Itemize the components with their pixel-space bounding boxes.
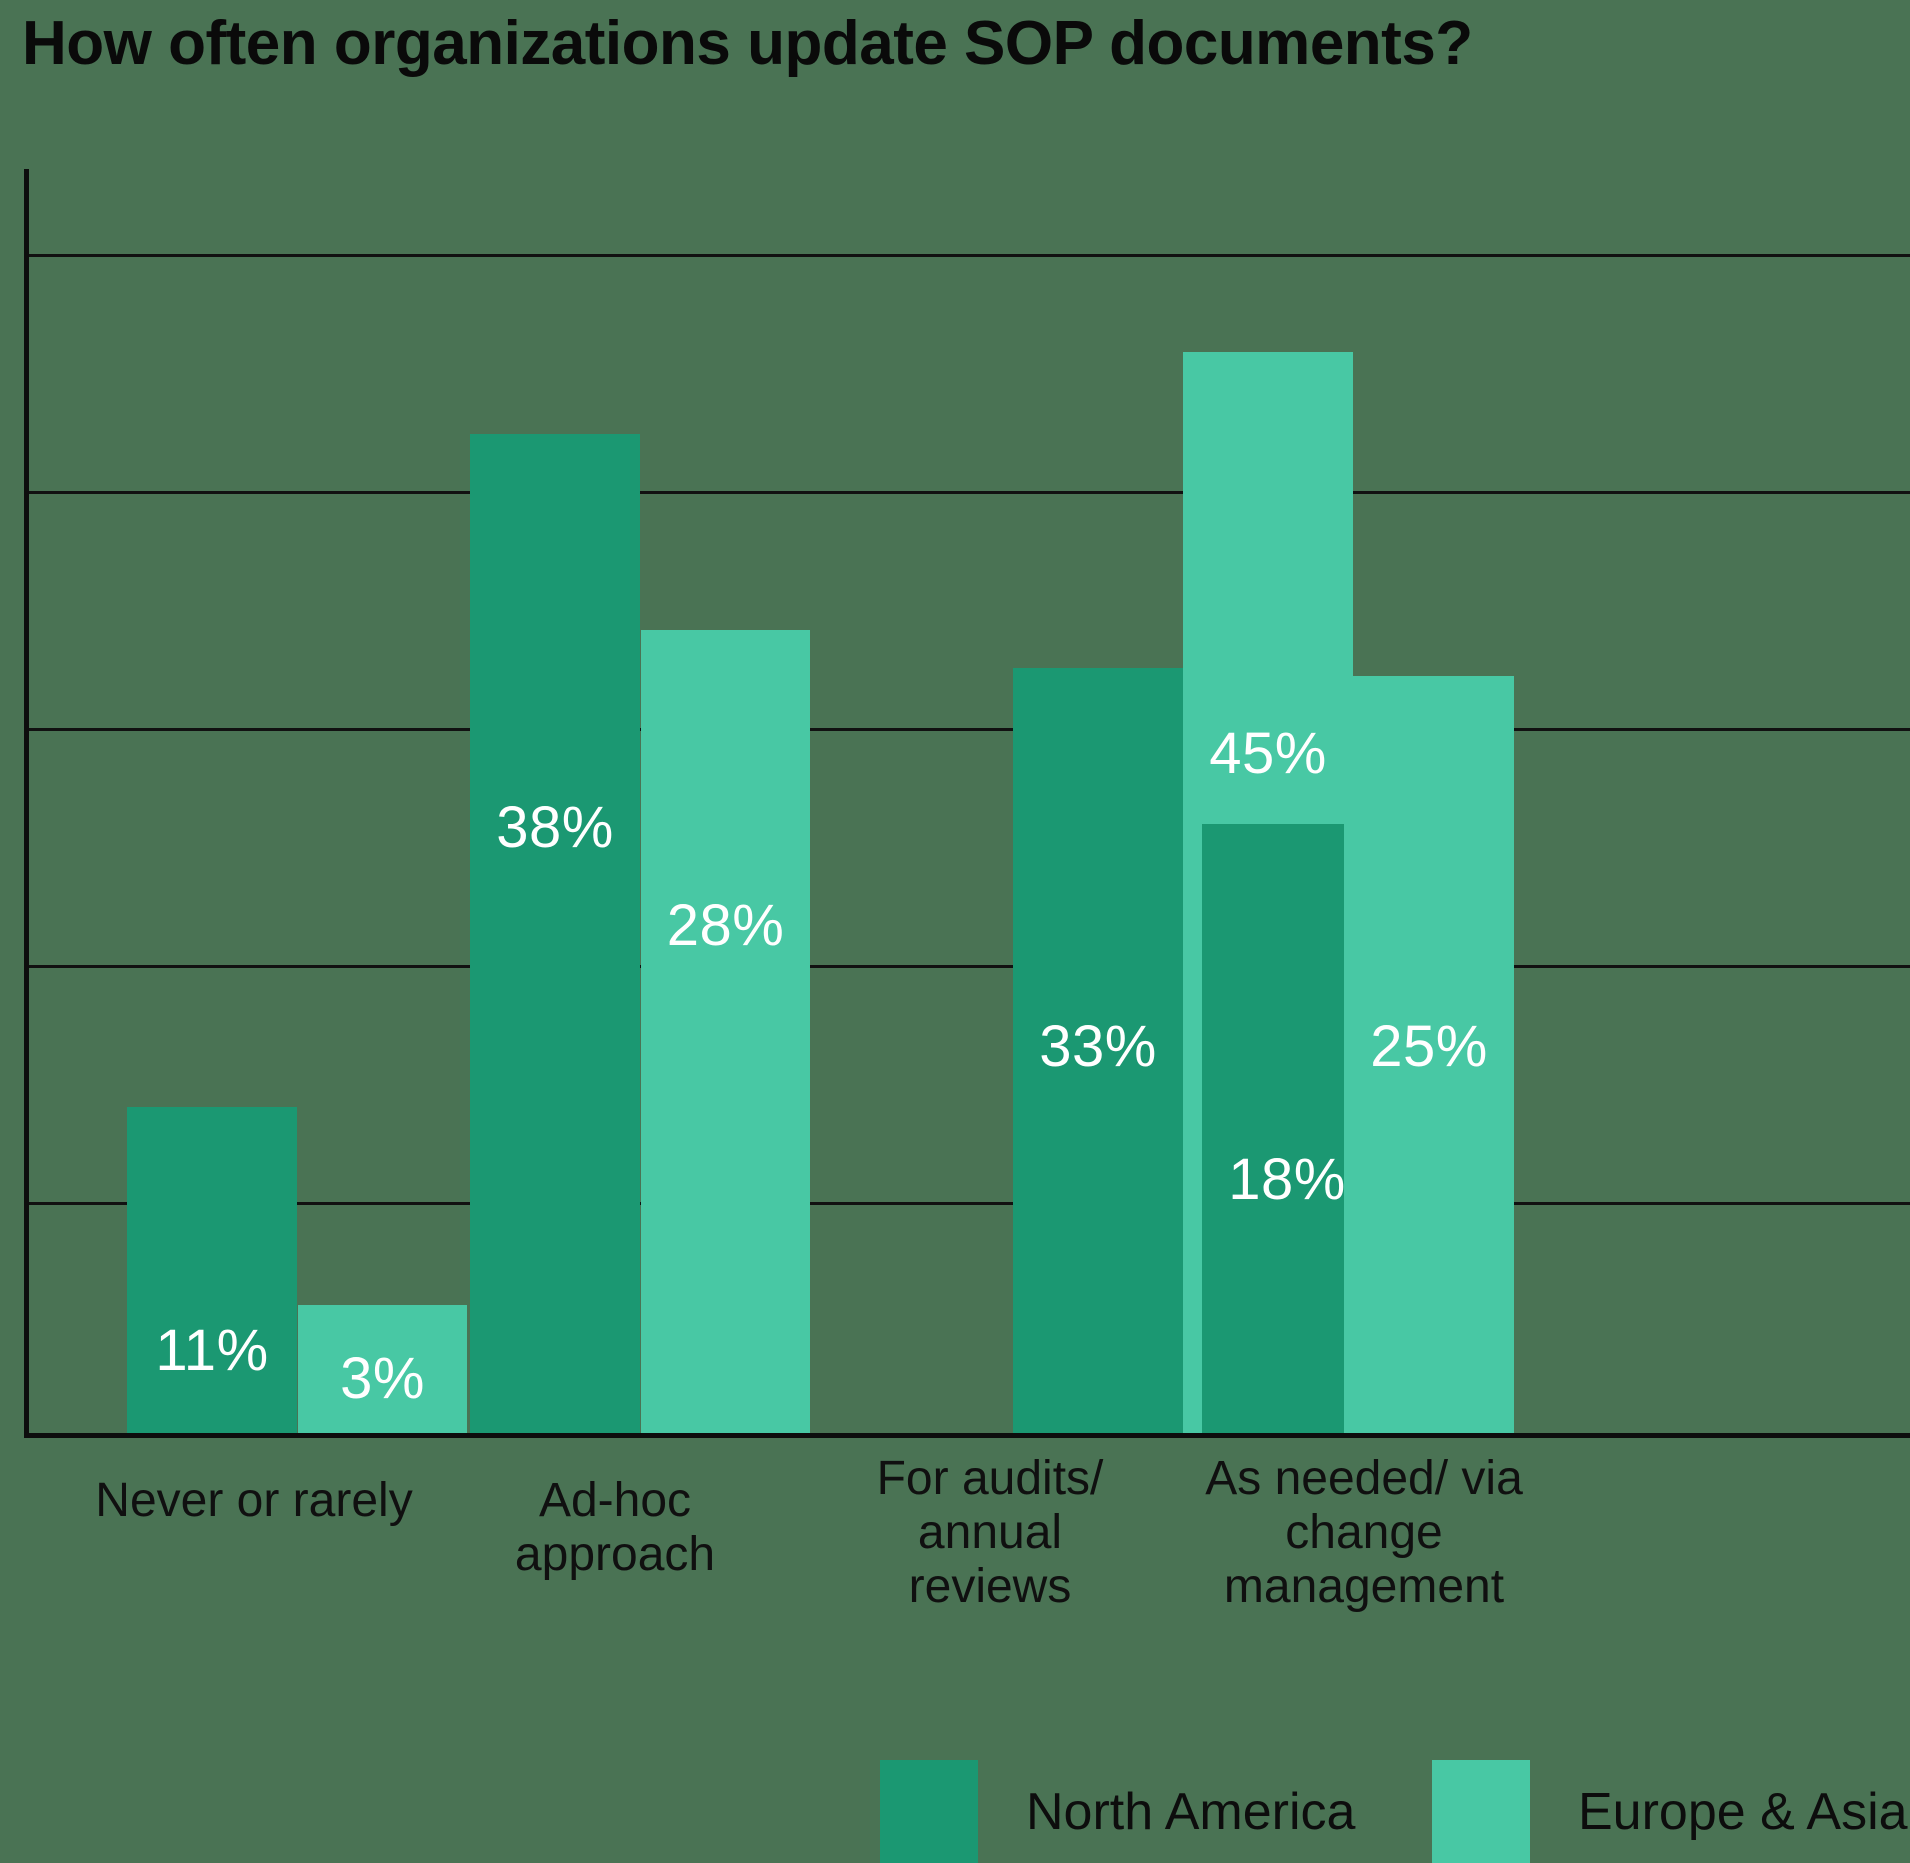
plot-area: 11% 3% 38% 28% 33% 45% 18% 25%: [24, 169, 1910, 1438]
bar-value-label: 45%: [1209, 721, 1327, 786]
bar-audits-north-america[interactable]: 33%: [1013, 668, 1183, 1433]
bar-never-north-america[interactable]: 11%: [127, 1107, 297, 1433]
legend-label: North America: [1026, 1782, 1356, 1841]
category-label-asneeded: As needed/ via change management: [1205, 1452, 1523, 1613]
category-label-never: Never or rarely: [95, 1474, 413, 1527]
category-label-adhoc: Ad-hoc approach: [514, 1474, 716, 1581]
bar-value-label: 11%: [155, 1318, 269, 1383]
chart-root: How often organizations update SOP docum…: [0, 0, 1910, 1863]
bar-adhoc-europe-asia[interactable]: 28%: [641, 630, 810, 1433]
legend: North America Europe & Asia: [880, 1760, 1910, 1863]
page-title: How often organizations update SOP docum…: [22, 9, 1473, 78]
bar-value-label: 3%: [340, 1346, 425, 1411]
legend-swatch-icon: [1432, 1760, 1530, 1863]
category-axis-labels: Never or rarely Ad-hoc approach For audi…: [24, 1452, 1910, 1613]
bar-value-label: 38%: [496, 795, 614, 860]
category-label-audits: For audits/ annual reviews: [876, 1452, 1104, 1613]
bar-value-label: 25%: [1370, 1014, 1488, 1079]
legend-item-north-america[interactable]: North America: [880, 1760, 1355, 1863]
bar-adhoc-north-america[interactable]: 38%: [470, 434, 640, 1433]
bars-layer: 11% 3% 38% 28% 33% 45% 18% 25%: [24, 169, 1910, 1437]
bar-value-label: 28%: [666, 893, 785, 958]
bar-asneeded-europe-asia[interactable]: 25%: [1344, 676, 1514, 1433]
bar-value-label: 33%: [1039, 1014, 1157, 1079]
legend-swatch-icon: [880, 1760, 978, 1863]
bar-never-europe-asia[interactable]: 3%: [298, 1305, 467, 1433]
legend-item-europe-asia[interactable]: Europe & Asia: [1432, 1760, 1908, 1863]
legend-label: Europe & Asia: [1578, 1782, 1908, 1841]
